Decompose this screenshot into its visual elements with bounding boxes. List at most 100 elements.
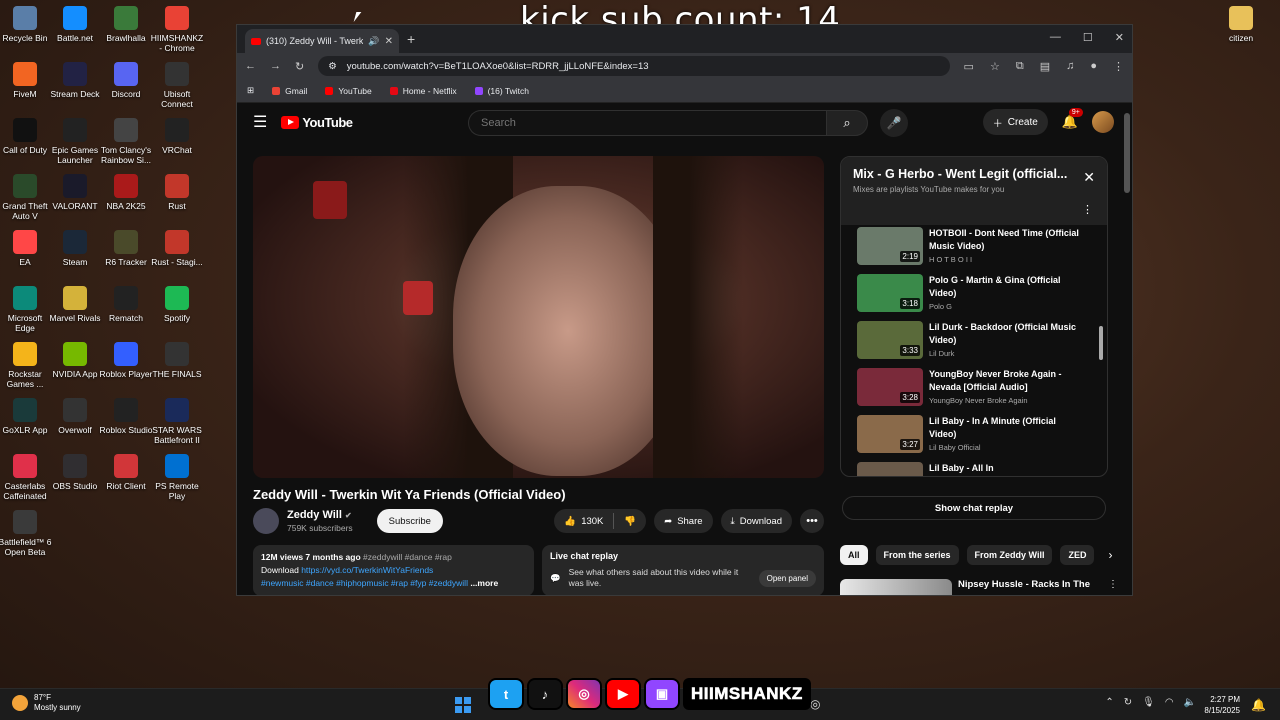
mix-title[interactable]: Mix - G Herbo - Went Legit (official... — [853, 167, 1068, 181]
desktop-icon[interactable]: Microsoft Edge — [0, 286, 53, 333]
sync-icon[interactable]: ↻ — [1124, 697, 1132, 708]
desktop-icon[interactable]: Epic Games Launcher — [47, 118, 103, 165]
desktop-icon[interactable]: Recycle Bin — [0, 6, 53, 43]
desktop-icon[interactable]: VRChat — [149, 118, 205, 155]
dislike-button[interactable]: 👎 — [614, 516, 646, 527]
desktop-icon[interactable]: Roblox Studio — [98, 398, 154, 435]
open-panel-button[interactable]: Open panel — [758, 569, 816, 587]
voice-search-button[interactable]: 🎤 — [880, 109, 908, 137]
chevron-right-icon[interactable]: › — [1108, 548, 1112, 562]
weather-widget[interactable]: 87°F Mostly sunny — [12, 693, 81, 713]
desktop-icon[interactable]: Call of Duty — [0, 118, 53, 155]
description-hashtags[interactable]: #newmusic #dance #hiphopmusic #rap #fyp … — [261, 578, 468, 588]
recommended-video[interactable]: Nipsey Hussle - Racks In The ⋮ — [840, 579, 1118, 595]
playlist-thumbnail[interactable]: 3:27 — [857, 415, 923, 453]
browser-menu-icon[interactable]: ⋮ — [1113, 60, 1124, 73]
desktop-icon[interactable]: Overwolf — [47, 398, 103, 435]
create-button[interactable]: ＋ Create — [982, 109, 1048, 135]
speaker-icon[interactable]: 🔊 — [368, 36, 379, 47]
description-link[interactable]: https://vyd.co/TwerkinWitYaFriends — [301, 565, 433, 575]
desktop-icon[interactable]: Stream Deck — [47, 62, 103, 99]
desktop-icon[interactable]: PS Remote Play — [149, 454, 205, 501]
more-actions-button[interactable]: ••• — [800, 509, 824, 533]
recommended-menu-icon[interactable]: ⋮ — [1108, 579, 1118, 595]
desktop-icon[interactable]: Brawlhalla — [98, 6, 154, 43]
playlist-scrollbar[interactable] — [1099, 229, 1103, 473]
playlist-item[interactable]: 3:28 YoungBoy Never Broke Again - Nevada … — [841, 366, 1107, 413]
desktop-icon[interactable]: Rockstar Games ... — [0, 342, 53, 389]
playlist-thumbnail[interactable]: 2:19 — [857, 227, 923, 265]
filter-chip[interactable]: From the series — [875, 545, 959, 565]
volume-icon[interactable]: 🔈 — [1184, 697, 1196, 708]
video-player[interactable] — [253, 156, 824, 478]
playlist-item[interactable]: 3:18 Polo G - Martin & Gina (Official Vid… — [841, 272, 1107, 319]
desktop-icon[interactable]: Marvel Rivals — [47, 286, 103, 323]
desktop-icon[interactable]: FiveM — [0, 62, 53, 99]
bookmark-item[interactable]: YouTube — [325, 86, 372, 96]
bookmark-star-icon[interactable]: ☆ — [990, 60, 1000, 73]
desktop-icon[interactable]: EA — [0, 230, 53, 267]
notifications-button[interactable]: 🔔 9+ — [1062, 108, 1083, 130]
desktop-icon[interactable]: STAR WARS Battlefront II — [149, 398, 205, 445]
notification-bell-icon[interactable]: 🔔 — [1251, 698, 1266, 712]
playlist-thumbnail[interactable]: 3:18 — [857, 274, 923, 312]
desktop-icon[interactable]: Battle.net — [47, 6, 103, 43]
maximize-icon[interactable]: ☐ — [1083, 31, 1093, 44]
desktop-icon[interactable]: Spotify — [149, 286, 205, 323]
desktop-icon[interactable]: Rematch — [98, 286, 154, 323]
site-info-icon[interactable]: ⚙ — [328, 61, 337, 72]
start-button[interactable] — [455, 697, 471, 713]
desktop-icon[interactable]: Rust - Stagi... — [149, 230, 205, 267]
close-tab-icon[interactable]: ✕ — [385, 36, 393, 47]
clock[interactable]: 2:27 PM 8/15/2025 — [1204, 694, 1240, 716]
wifi-icon[interactable]: ◠ — [1165, 697, 1174, 708]
description-tags[interactable]: #zeddywill #dance #rap — [363, 552, 452, 562]
mic-tray-icon[interactable]: 🎙 — [1142, 697, 1155, 708]
recommended-thumbnail[interactable] — [840, 579, 952, 595]
browser-tab-youtube[interactable]: (310) Zeddy Will - Twerkin Wit 🔊 ✕ — [245, 29, 399, 53]
desktop-icon[interactable]: Rust — [149, 174, 205, 211]
description-box[interactable]: 12M views 7 months ago #zeddywill #dance… — [253, 545, 534, 595]
desktop-icon[interactable]: Steam — [47, 230, 103, 267]
recommended-title[interactable]: Nipsey Hussle - Racks In The — [958, 579, 1090, 595]
show-chat-replay-button[interactable]: Show chat replay — [842, 496, 1106, 520]
filter-chip[interactable]: ZED — [1060, 545, 1095, 565]
desktop-icon[interactable]: R6 Tracker — [98, 230, 154, 267]
taskbar-app-icon[interactable]: ◎ — [810, 697, 820, 711]
close-playlist-icon[interactable]: ✕ — [1083, 169, 1095, 186]
reload-icon[interactable]: ↻ — [295, 60, 304, 73]
desktop-icon[interactable]: NBA 2K25 — [98, 174, 154, 211]
desktop-icon[interactable]: Roblox Player — [98, 342, 154, 379]
desktop-icon[interactable]: Discord — [98, 62, 154, 99]
desktop-icon[interactable]: GoXLR App — [0, 398, 53, 435]
address-bar[interactable]: ⚙ youtube.com/watch?v=BeT1LOAXoe0&list=R… — [318, 56, 950, 76]
share-button[interactable]: ➦ Share — [654, 509, 713, 533]
apps-grid-icon[interactable]: ⊞ — [247, 85, 254, 96]
bookmark-item[interactable]: Home - Netflix — [389, 86, 457, 96]
youtube-logo[interactable]: YouTube — [281, 115, 353, 130]
account-avatar[interactable] — [1092, 111, 1114, 133]
search-input[interactable] — [468, 110, 826, 136]
extensions-icon[interactable]: ⧉ — [1016, 60, 1024, 73]
desktop-icon[interactable]: VALORANT — [47, 174, 103, 211]
desktop-icon[interactable]: Casterlabs Caffeinated — [0, 454, 53, 501]
minimize-icon[interactable]: — — [1050, 31, 1061, 44]
show-more-link[interactable]: ...more — [470, 578, 498, 588]
media-icon[interactable]: ♫ — [1066, 60, 1074, 73]
filter-chip[interactable]: All — [840, 545, 868, 565]
desktop-icon[interactable]: Grand Theft Auto V — [0, 174, 53, 221]
close-window-icon[interactable]: ✕ — [1115, 31, 1124, 44]
sidepanel-icon[interactable]: ▤ — [1040, 60, 1050, 73]
desktop-icon[interactable]: Riot Client — [98, 454, 154, 491]
playlist-item[interactable]: Lil Baby - All InLil Baby Official — [841, 460, 1107, 476]
playlist-item[interactable]: 3:33 Lil Durk - Backdoor (Official Music … — [841, 319, 1107, 366]
subscribe-button[interactable]: Subscribe — [376, 509, 443, 533]
desktop-icon[interactable]: Tom Clancy's Rainbow Si... — [98, 118, 154, 165]
bookmark-item[interactable]: Gmail — [272, 86, 307, 96]
profile-icon[interactable]: ● — [1090, 60, 1097, 73]
back-icon[interactable]: ← — [245, 60, 256, 72]
desktop-icon[interactable]: THE FINALS — [149, 342, 205, 379]
playlist-item[interactable]: 3:27 Lil Baby - In A Minute (Official Vid… — [841, 413, 1107, 460]
new-tab-button[interactable]: + — [407, 31, 415, 47]
channel-avatar[interactable] — [253, 508, 279, 534]
